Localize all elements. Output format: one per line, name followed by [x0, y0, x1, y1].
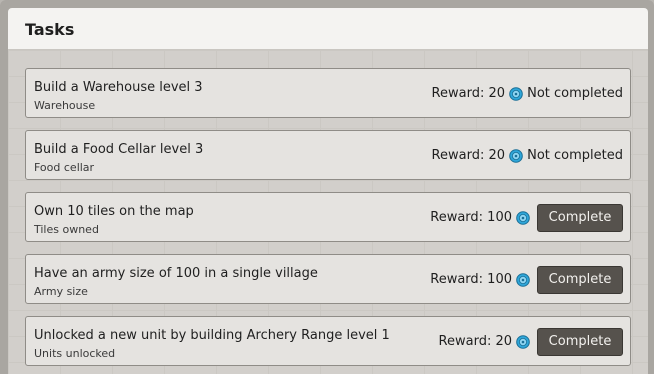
- task-reward: Reward: 20: [432, 148, 523, 163]
- task-reward: Reward: 100: [430, 272, 530, 287]
- task-reward: Reward: 20: [432, 86, 523, 101]
- task-title: Have an army size of 100 in a single vil…: [34, 266, 318, 281]
- task-reward: Reward: 20: [439, 334, 530, 349]
- task-item: Unlocked a new unit by building Archery …: [25, 316, 631, 366]
- task-title: Build a Food Cellar level 3: [34, 142, 204, 157]
- gem-coin-icon: [509, 148, 523, 163]
- task-subtitle: Army size: [34, 285, 88, 298]
- reward-label: Reward: 100: [430, 272, 512, 287]
- reward-label: Reward: 20: [431, 148, 505, 163]
- task-list: Build a Warehouse level 3 Warehouse Rewa…: [8, 50, 648, 374]
- reward-label: Reward: 100: [430, 210, 512, 225]
- task-subtitle: Warehouse: [34, 99, 96, 112]
- task-subtitle: Food cellar: [34, 161, 95, 174]
- task-subtitle: Tiles owned: [34, 223, 99, 236]
- gem-coin-icon: [516, 272, 530, 287]
- gem-coin-icon: [516, 210, 530, 225]
- complete-button[interactable]: Complete: [537, 204, 623, 232]
- tasks-window: Tasks Build a Warehouse level 3 Warehous…: [0, 0, 654, 374]
- complete-button[interactable]: Complete: [537, 328, 623, 356]
- task-item: Build a Food Cellar level 3 Food cellar …: [25, 130, 631, 180]
- task-status: Not completed: [527, 148, 623, 163]
- window-header: Tasks: [8, 8, 648, 50]
- task-title: Build a Warehouse level 3: [34, 80, 203, 95]
- task-title: Own 10 tiles on the map: [34, 204, 194, 219]
- task-title: Unlocked a new unit by building Archery …: [34, 328, 390, 343]
- reward-label: Reward: 20: [431, 86, 505, 101]
- window-title: Tasks: [25, 20, 75, 39]
- task-item: Own 10 tiles on the map Tiles owned Rewa…: [25, 192, 631, 242]
- task-reward: Reward: 100: [430, 210, 530, 225]
- task-subtitle: Units unlocked: [34, 347, 116, 360]
- task-item: Build a Warehouse level 3 Warehouse Rewa…: [25, 68, 631, 118]
- gem-coin-icon: [509, 86, 523, 101]
- task-status: Not completed: [527, 86, 623, 101]
- gem-coin-icon: [516, 334, 530, 349]
- reward-label: Reward: 20: [438, 334, 512, 349]
- complete-button[interactable]: Complete: [537, 266, 623, 294]
- task-item: Have an army size of 100 in a single vil…: [25, 254, 631, 304]
